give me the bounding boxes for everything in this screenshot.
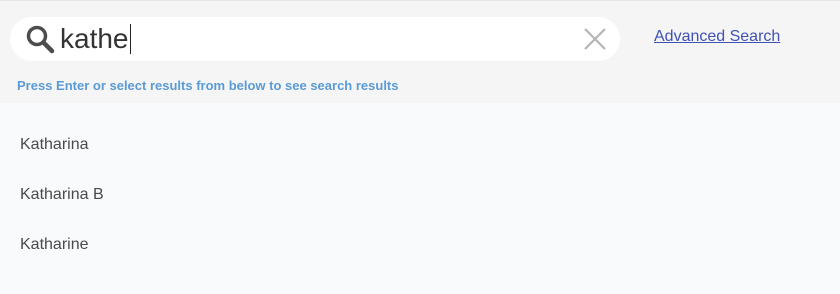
search-hint: Press Enter or select results from below… xyxy=(17,78,399,93)
advanced-search-link[interactable]: Advanced Search xyxy=(654,28,780,46)
close-icon xyxy=(584,28,606,50)
text-caret xyxy=(129,24,131,54)
result-item[interactable]: Katharine xyxy=(0,225,840,265)
result-item[interactable]: Katharina B xyxy=(0,175,840,215)
search-input[interactable]: kathe xyxy=(60,22,131,56)
result-item[interactable]: Katharina xyxy=(0,125,840,165)
search-icon xyxy=(25,24,55,54)
clear-search-button[interactable] xyxy=(582,26,608,52)
search-header: kathe Advanced Search Press Enter or sel… xyxy=(0,1,840,103)
search-results-list: Katharina Katharina B Katharine xyxy=(0,103,840,294)
search-panel: kathe Advanced Search Press Enter or sel… xyxy=(0,0,840,294)
search-input-value: kathe xyxy=(60,23,129,54)
search-box[interactable]: kathe xyxy=(10,17,620,61)
